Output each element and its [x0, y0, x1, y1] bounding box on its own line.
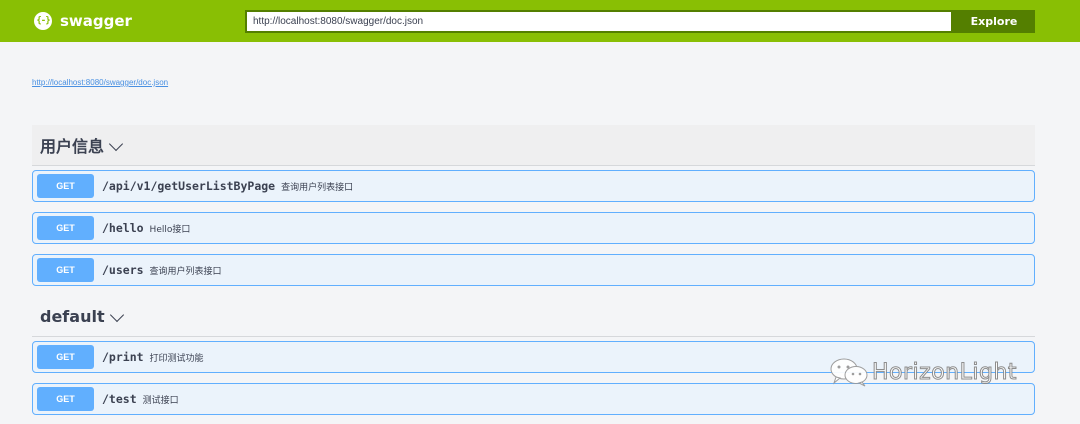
tag-header-default[interactable]: default	[32, 296, 1035, 337]
operation-path: /api/v1/getUserListByPage	[102, 179, 276, 193]
wechat-icon	[828, 356, 870, 388]
operation-summary: 测试接口	[142, 395, 179, 406]
method-badge: GET	[37, 174, 94, 198]
spec-url-input[interactable]	[245, 10, 953, 33]
method-badge: GET	[37, 258, 94, 282]
operation-path: /users	[102, 263, 144, 277]
method-badge: GET	[37, 387, 94, 411]
method-badge: GET	[37, 216, 94, 240]
explore-button[interactable]: Explore	[953, 10, 1035, 33]
operation-summary: 查询用户列表接口	[149, 266, 222, 277]
operation-path: /test	[102, 392, 137, 406]
top-bar: {-} swagger Explore	[0, 0, 1080, 42]
tag-title: default	[40, 306, 105, 326]
chevron-down-icon	[108, 136, 124, 151]
operation-summary: 查询用户列表接口	[281, 182, 354, 193]
method-badge: GET	[37, 345, 94, 369]
tag-title: 用户信息	[40, 137, 105, 156]
operation-get-user-list-by-page[interactable]: GET /api/v1/getUserListByPage 查询用户列表接口	[32, 170, 1035, 202]
operation-path: /print	[102, 350, 144, 364]
watermark: HorizonLight	[828, 356, 1017, 388]
swagger-logo-text: swagger	[60, 12, 132, 30]
operation-path: /hello	[102, 221, 144, 235]
operation-hello[interactable]: GET /hello Hello接口	[32, 212, 1035, 244]
watermark-text: HorizonLight	[871, 359, 1018, 385]
operation-summary: Hello接口	[149, 224, 191, 235]
swagger-logo[interactable]: {-} swagger	[34, 11, 132, 31]
operation-summary: 打印测试功能	[149, 353, 204, 364]
chevron-down-icon	[109, 307, 124, 322]
swagger-logo-icon: {-}	[34, 12, 52, 30]
operation-users[interactable]: GET /users 查询用户列表接口	[32, 254, 1035, 286]
tag-header-user-info[interactable]: 用户信息	[32, 125, 1035, 166]
spec-url-link[interactable]: http://localhost:8080/swagger/doc.json	[32, 78, 168, 87]
